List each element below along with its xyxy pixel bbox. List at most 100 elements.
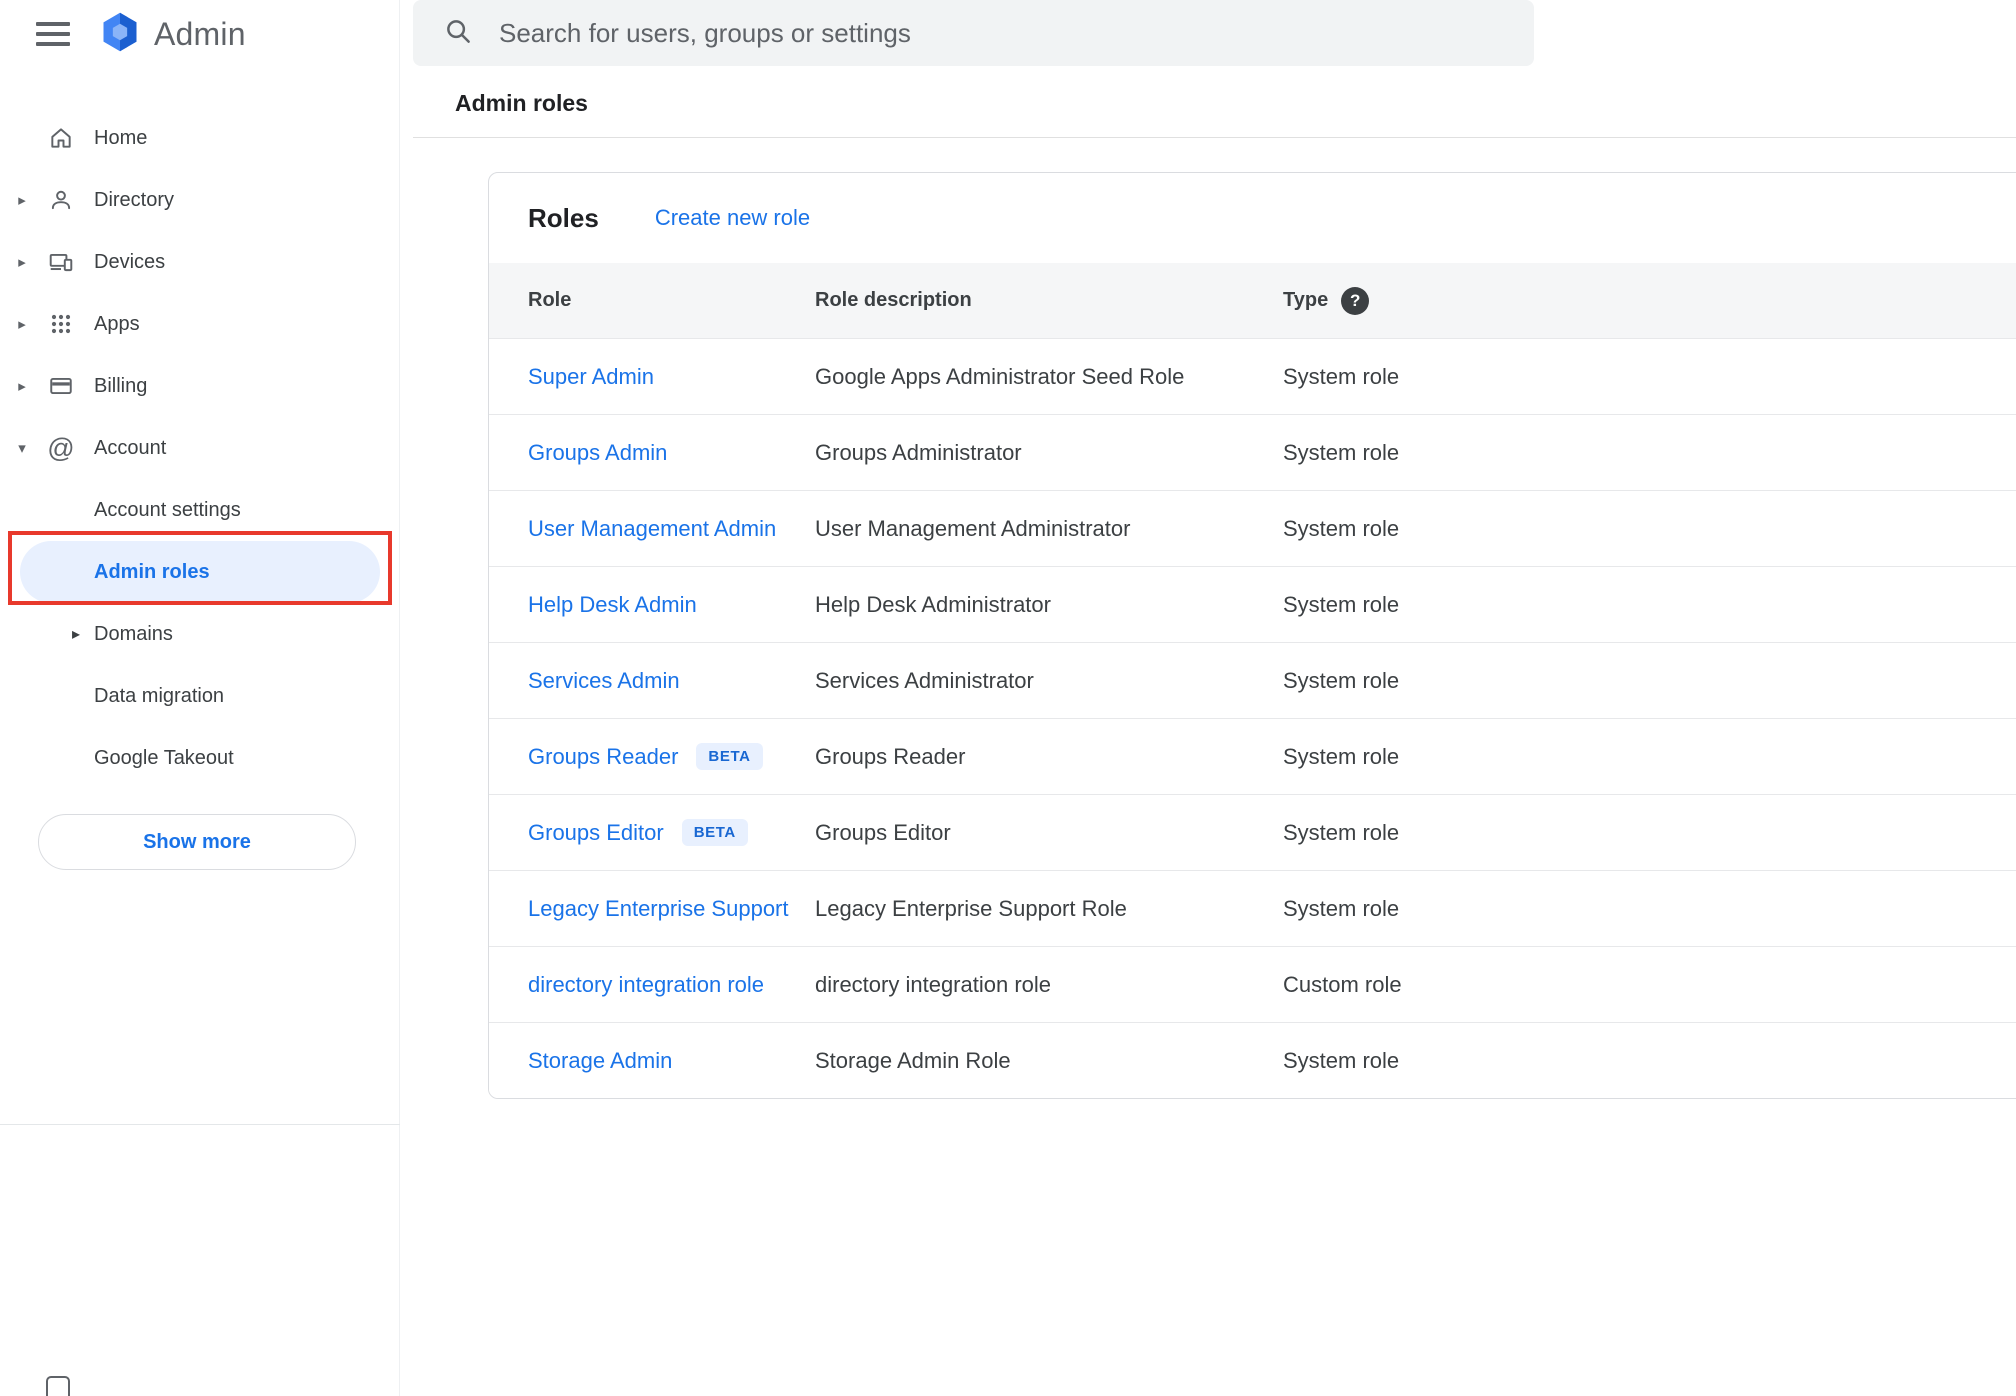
home-icon xyxy=(46,123,76,153)
subitem-label: Data migration xyxy=(94,684,225,707)
table-row: Groups Reader BETA Groups Reader System … xyxy=(489,718,2016,794)
sidebar-subitem-google-takeout[interactable]: Google Takeout xyxy=(0,727,400,789)
subitem-label: Google Takeout xyxy=(94,746,234,769)
role-type: System role xyxy=(1283,819,1400,845)
role-link[interactable]: Super Admin xyxy=(528,364,654,390)
sidebar-item-directory[interactable]: ▸ Directory xyxy=(0,169,400,231)
chevron-right-icon[interactable]: ▸ xyxy=(14,315,30,333)
sidebar-header: Admin xyxy=(0,0,399,68)
help-icon[interactable]: ? xyxy=(1341,286,1370,315)
role-type: System role xyxy=(1283,591,1400,617)
at-icon: @ xyxy=(47,432,75,463)
chevron-right-icon[interactable]: ▸ xyxy=(14,377,30,395)
nav-label: Directory xyxy=(94,188,175,211)
chevron-right-icon[interactable]: ▸ xyxy=(14,253,30,271)
nav-label: Home xyxy=(94,126,148,149)
person-icon xyxy=(46,185,76,215)
column-header-description: Role description xyxy=(815,289,972,311)
role-type: System role xyxy=(1283,895,1400,921)
sidebar-item-apps[interactable]: ▸ Apps xyxy=(0,293,400,355)
subitem-label: Admin roles xyxy=(94,560,210,583)
role-description: Groups Administrator xyxy=(815,439,1022,465)
role-description: Groups Editor xyxy=(815,819,951,845)
sidebar-item-home[interactable]: Home xyxy=(0,107,400,169)
beta-badge: BETA xyxy=(696,743,763,770)
role-description: Services Administrator xyxy=(815,667,1034,693)
role-type: System role xyxy=(1283,667,1400,693)
role-description: Groups Reader xyxy=(815,743,966,769)
nav-label: Apps xyxy=(94,312,140,335)
table-row: Super Admin Google Apps Administrator Se… xyxy=(489,338,2016,414)
nav-label: Devices xyxy=(94,250,166,273)
table-row: User Management Admin User Management Ad… xyxy=(489,490,2016,566)
apps-grid-icon xyxy=(46,309,76,339)
roles-card: Roles Create new role Role Role descript… xyxy=(488,172,2016,1099)
menu-icon[interactable] xyxy=(36,16,72,52)
roles-heading: Roles xyxy=(528,202,599,233)
show-more-button[interactable]: Show more xyxy=(38,814,356,870)
role-description: Help Desk Administrator xyxy=(815,591,1051,617)
role-type: System role xyxy=(1283,743,1400,769)
table-header-row: Role Role description Type ? xyxy=(489,263,2016,338)
table-row: Groups Editor BETA Groups Editor System … xyxy=(489,794,2016,870)
role-type: System role xyxy=(1283,363,1400,389)
sidebar-subitem-admin-roles[interactable]: Admin roles xyxy=(20,541,380,603)
title-divider xyxy=(413,137,2016,138)
role-link[interactable]: directory integration role xyxy=(528,972,764,998)
role-type: System role xyxy=(1283,1047,1400,1073)
sidebar-subitem-data-migration[interactable]: Data migration xyxy=(0,665,400,727)
role-description: Legacy Enterprise Support Role xyxy=(815,895,1127,921)
beta-badge: BETA xyxy=(681,819,748,846)
admin-logo[interactable]: Admin xyxy=(98,10,246,59)
table-row: directory integration role directory int… xyxy=(489,946,2016,1022)
chevron-down-icon[interactable]: ▾ xyxy=(14,439,30,457)
role-type: System role xyxy=(1283,439,1400,465)
role-description: directory integration role xyxy=(815,971,1052,997)
nav-label: Account xyxy=(94,436,167,459)
table-row: Legacy Enterprise Support Legacy Enterpr… xyxy=(489,870,2016,946)
column-header-type-label: Type xyxy=(1283,289,1329,311)
sidebar-divider xyxy=(0,1124,400,1125)
subitem-label: Account settings xyxy=(94,498,241,521)
table-row: Help Desk Admin Help Desk Administrator … xyxy=(489,566,2016,642)
chevron-right-icon[interactable]: ▸ xyxy=(72,624,80,644)
column-header-role: Role xyxy=(528,289,572,311)
search-icon xyxy=(443,16,473,51)
subitem-label: Domains xyxy=(94,622,173,645)
table-row: Storage Admin Storage Admin Role System … xyxy=(489,1022,2016,1098)
column-header-type: Type ? xyxy=(1283,286,2016,315)
sidebar: Admin Home ▸ Directory ▸ Devices ▸ Apps … xyxy=(0,0,400,1396)
role-link[interactable]: Groups Editor xyxy=(528,820,664,846)
role-link[interactable]: Groups Reader xyxy=(528,744,678,770)
devices-icon xyxy=(46,247,76,277)
table-row: Groups Admin Groups Administrator System… xyxy=(489,414,2016,490)
role-link[interactable]: Storage Admin xyxy=(528,1048,672,1074)
chevron-right-icon[interactable]: ▸ xyxy=(14,191,30,209)
role-description: Google Apps Administrator Seed Role xyxy=(815,363,1185,389)
sidebar-item-billing[interactable]: ▸ Billing xyxy=(0,355,400,417)
role-link[interactable]: Help Desk Admin xyxy=(528,592,697,618)
create-new-role-link[interactable]: Create new role xyxy=(655,205,810,231)
nav-label: Billing xyxy=(94,374,148,397)
logo-text: Admin xyxy=(154,15,246,52)
role-type: Custom role xyxy=(1283,971,1402,997)
page-title: Admin roles xyxy=(455,90,588,116)
sidebar-item-devices[interactable]: ▸ Devices xyxy=(0,231,400,293)
search-bar[interactable] xyxy=(413,0,1534,66)
sidebar-nav: Home ▸ Directory ▸ Devices ▸ Apps ▸ Bill… xyxy=(0,107,400,789)
admin-hexagon-icon xyxy=(98,10,142,59)
sidebar-subitem-domains[interactable]: ▸ Domains xyxy=(0,603,400,665)
role-description: Storage Admin Role xyxy=(815,1047,1011,1073)
role-link[interactable]: Services Admin xyxy=(528,668,680,694)
search-input[interactable] xyxy=(499,17,1510,49)
billing-card-icon xyxy=(46,371,76,401)
role-link[interactable]: Legacy Enterprise Support xyxy=(528,896,789,922)
role-description: User Management Administrator xyxy=(815,515,1131,541)
role-link[interactable]: Groups Admin xyxy=(528,440,667,466)
role-type: System role xyxy=(1283,515,1400,541)
role-link[interactable]: User Management Admin xyxy=(528,516,776,542)
roles-card-header: Roles Create new role xyxy=(489,173,2016,263)
sidebar-subitem-account-settings[interactable]: Account settings xyxy=(0,479,400,541)
table-row: Services Admin Services Administrator Sy… xyxy=(489,642,2016,718)
sidebar-item-account[interactable]: ▾ @ Account xyxy=(0,417,400,479)
